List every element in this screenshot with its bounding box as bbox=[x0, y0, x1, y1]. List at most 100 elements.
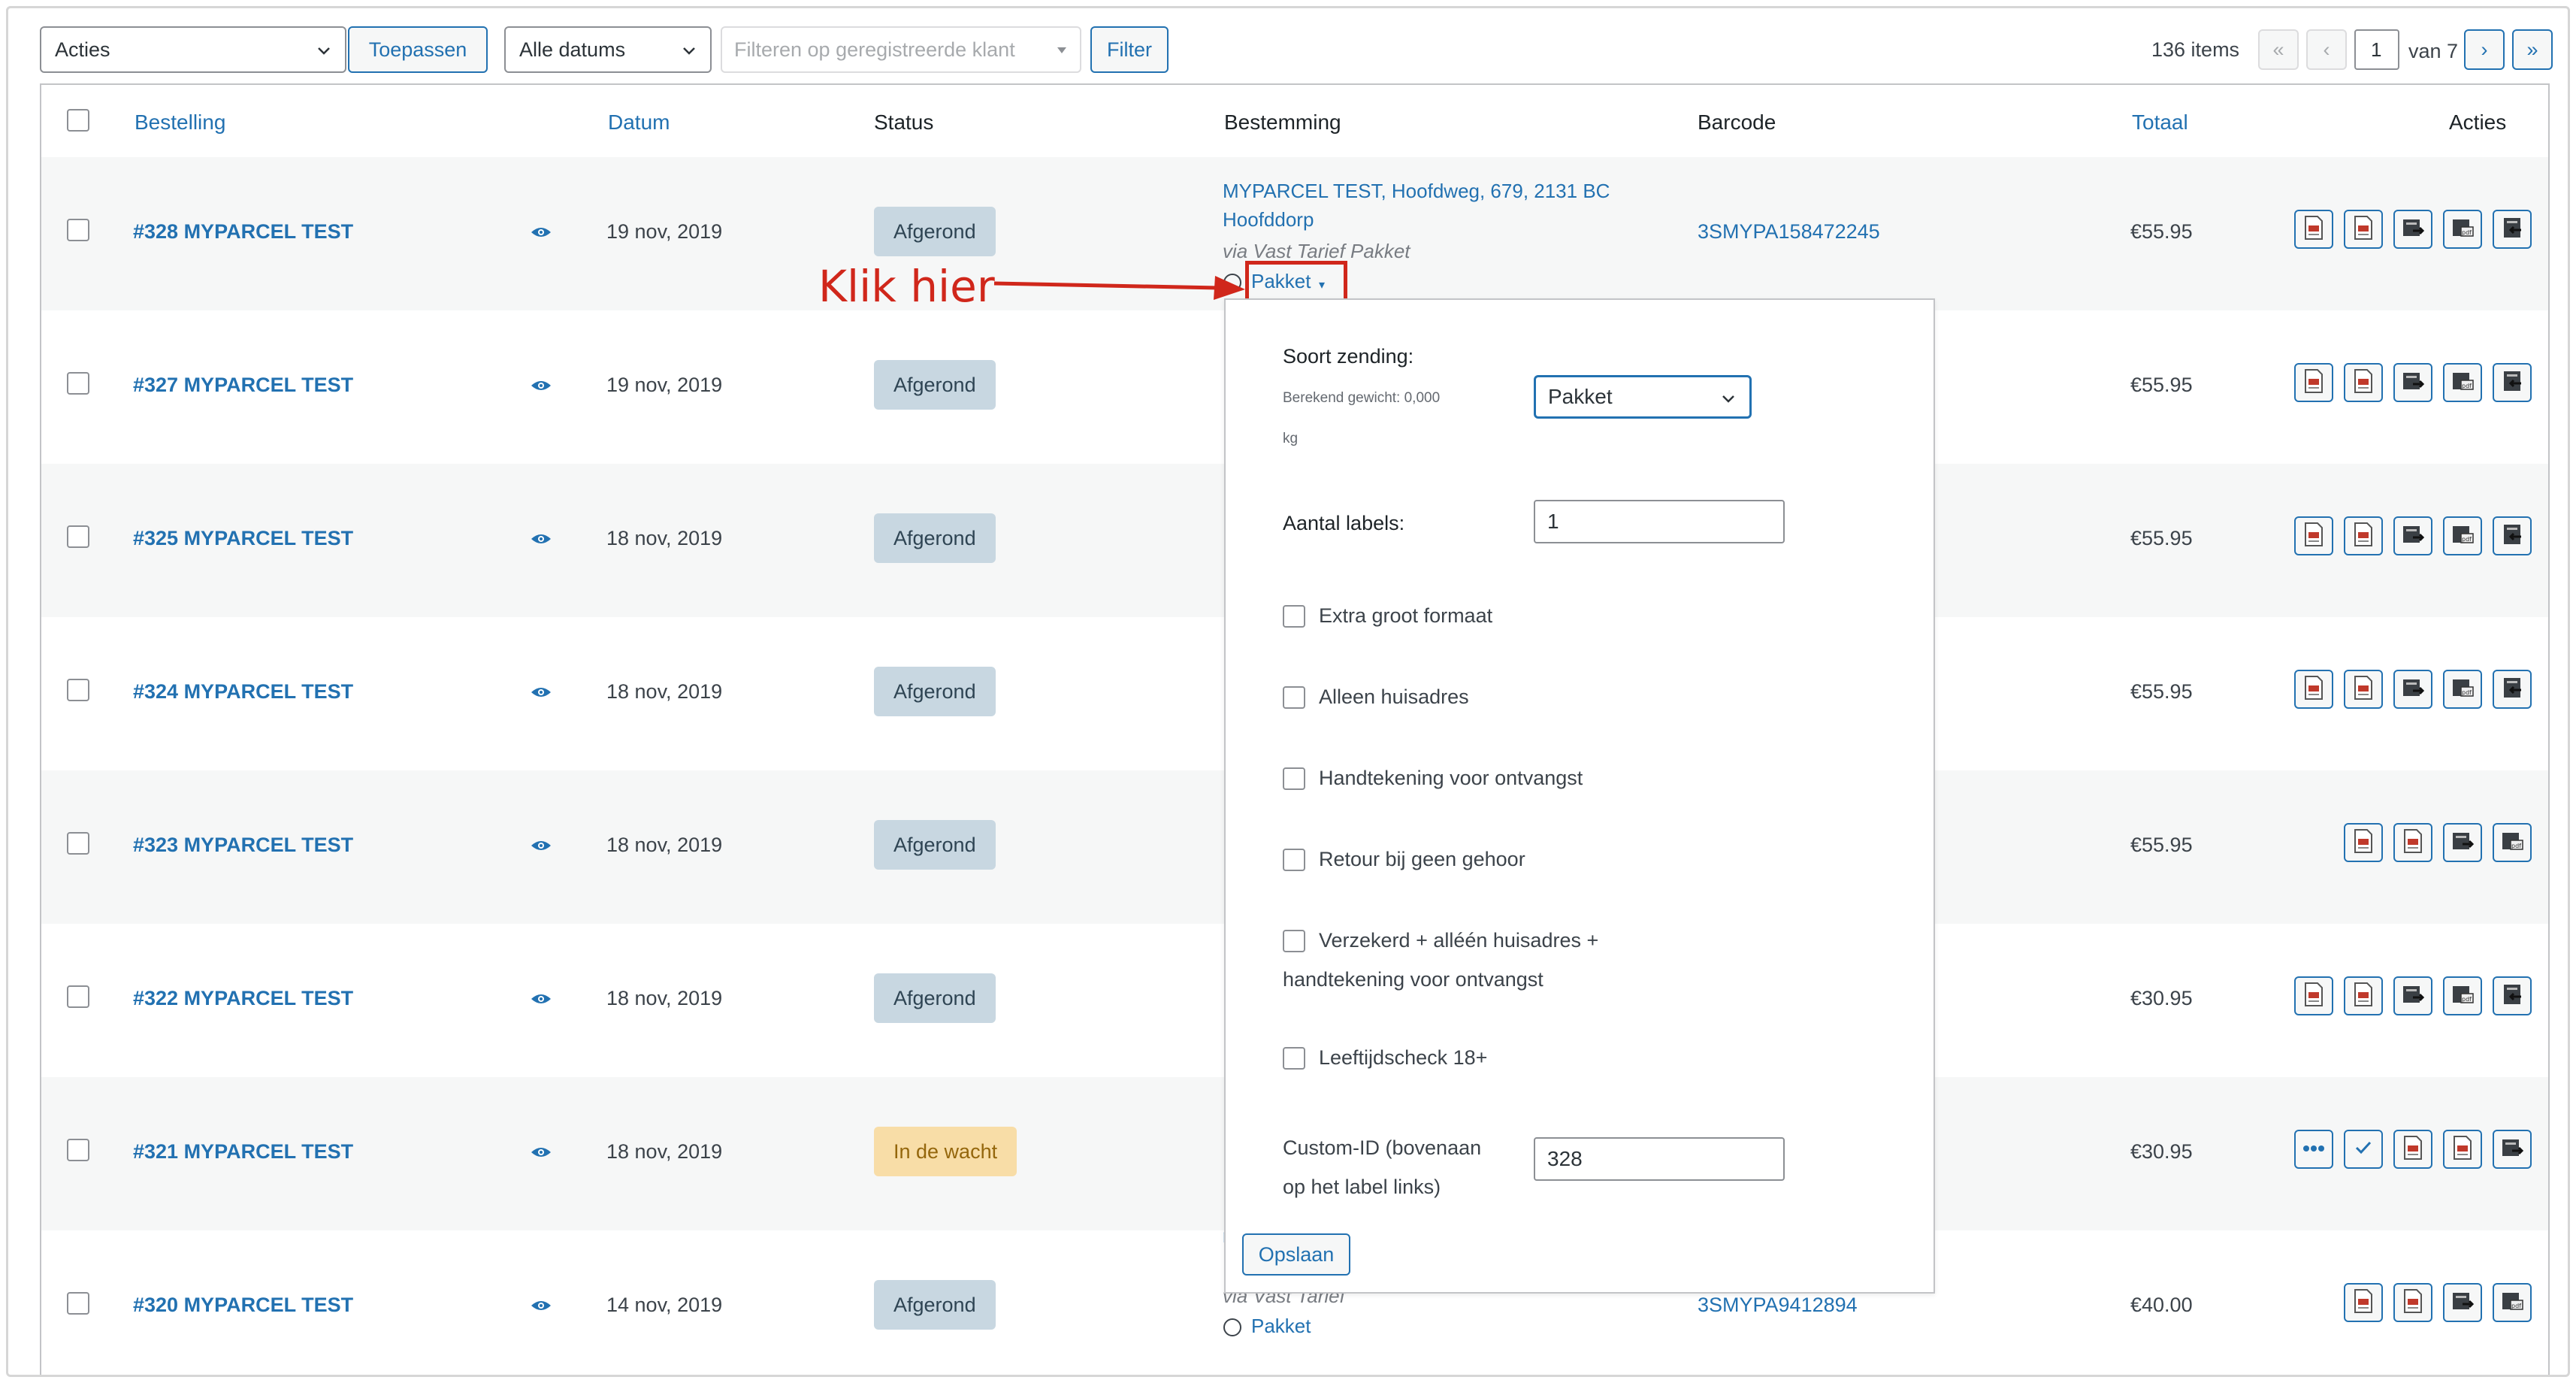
export-label-button[interactable] bbox=[2393, 670, 2432, 709]
column-date[interactable]: Datum bbox=[608, 110, 670, 135]
invoice-pdf-button[interactable] bbox=[2294, 210, 2333, 249]
invoice-pdf-button[interactable] bbox=[2443, 1130, 2482, 1169]
invoice-pdf-button[interactable] bbox=[2294, 363, 2333, 402]
order-link[interactable]: #323 MYPARCEL TEST bbox=[133, 834, 353, 857]
custom-id-input[interactable]: 328 bbox=[1534, 1137, 1785, 1181]
invoice-pdf-button[interactable] bbox=[2294, 976, 2333, 1015]
eye-icon[interactable] bbox=[530, 531, 552, 546]
column-order[interactable]: Bestelling bbox=[135, 110, 225, 135]
status-badge: Afgerond bbox=[874, 207, 996, 256]
order-link[interactable]: #327 MYPARCEL TEST bbox=[133, 374, 353, 397]
info-icon[interactable] bbox=[1223, 1318, 1242, 1337]
destination-line1[interactable]: MYPARCEL TEST, Hoofdweg, 679, 2131 BC bbox=[1223, 177, 1610, 205]
invoice-pdf-button[interactable] bbox=[2344, 363, 2383, 402]
return-label-button[interactable] bbox=[2493, 516, 2532, 555]
last-page-button[interactable]: » bbox=[2512, 29, 2553, 70]
print-label-button[interactable]: pdf bbox=[2443, 210, 2482, 249]
eye-icon[interactable] bbox=[530, 378, 552, 393]
invoice-pdf-button[interactable] bbox=[2393, 1283, 2432, 1322]
invoice-pdf-button[interactable] bbox=[2344, 210, 2383, 249]
export-label-button[interactable] bbox=[2393, 210, 2432, 249]
order-link[interactable]: #320 MYPARCEL TEST bbox=[133, 1294, 353, 1317]
return-label-button[interactable] bbox=[2493, 670, 2532, 709]
export-label-button[interactable] bbox=[2393, 516, 2432, 555]
return-label-button[interactable] bbox=[2493, 210, 2532, 249]
next-page-button[interactable]: › bbox=[2464, 29, 2505, 70]
print-label-button[interactable]: pdf bbox=[2493, 1283, 2532, 1322]
complete-check-button[interactable] bbox=[2344, 1130, 2383, 1169]
eye-icon[interactable] bbox=[530, 991, 552, 1006]
select-all-checkbox[interactable] bbox=[67, 109, 89, 132]
row-checkbox[interactable] bbox=[67, 832, 89, 855]
prev-page-button[interactable]: ‹ bbox=[2306, 29, 2347, 70]
signature-checkbox[interactable] bbox=[1283, 767, 1305, 790]
first-page-button[interactable]: « bbox=[2258, 29, 2299, 70]
invoice-pdf-button[interactable] bbox=[2344, 976, 2383, 1015]
row-checkbox[interactable] bbox=[67, 1292, 89, 1315]
export-label-button[interactable] bbox=[2443, 823, 2482, 862]
invoice-pdf-button[interactable] bbox=[2294, 670, 2333, 709]
current-page-input[interactable]: 1 bbox=[2354, 29, 2399, 70]
svg-text:pdf: pdf bbox=[2462, 996, 2472, 1003]
shipment-type-select[interactable]: Pakket bbox=[1534, 375, 1752, 419]
more-options-button[interactable] bbox=[2294, 1130, 2333, 1169]
filter-button[interactable]: Filter bbox=[1090, 26, 1169, 73]
row-checkbox[interactable] bbox=[67, 219, 89, 241]
eye-icon[interactable] bbox=[530, 685, 552, 700]
print-label-button[interactable]: pdf bbox=[2493, 823, 2532, 862]
save-button[interactable]: Opslaan bbox=[1242, 1233, 1350, 1276]
labels-count-input[interactable]: 1 bbox=[1534, 500, 1785, 543]
print-label-button[interactable]: pdf bbox=[2443, 670, 2482, 709]
destination-line2[interactable]: Hoofddorp bbox=[1223, 205, 1314, 234]
invoice-pdf-button[interactable] bbox=[2393, 1130, 2432, 1169]
order-link[interactable]: #324 MYPARCEL TEST bbox=[133, 680, 353, 704]
order-link[interactable]: #325 MYPARCEL TEST bbox=[133, 527, 353, 550]
invoice-pdf-button[interactable] bbox=[2294, 516, 2333, 555]
return-label-icon bbox=[2500, 369, 2524, 397]
export-label-button[interactable] bbox=[2493, 1130, 2532, 1169]
eye-icon[interactable] bbox=[530, 838, 552, 853]
eye-icon[interactable] bbox=[530, 225, 552, 240]
apply-button[interactable]: Toepassen bbox=[348, 26, 488, 73]
eye-icon[interactable] bbox=[530, 1298, 552, 1313]
invoice-pdf-icon bbox=[2302, 982, 2325, 1011]
export-label-icon bbox=[2451, 829, 2475, 857]
return-label-icon bbox=[2500, 982, 2524, 1010]
invoice-pdf-button[interactable] bbox=[2344, 823, 2383, 862]
return-label-button[interactable] bbox=[2493, 363, 2532, 402]
export-label-button[interactable] bbox=[2443, 1283, 2482, 1322]
customer-filter-input[interactable]: Filteren op geregistreerde klant bbox=[721, 26, 1081, 73]
home-only-checkbox[interactable] bbox=[1283, 686, 1305, 709]
barcode-link[interactable]: 3SMYPA9412894 bbox=[1698, 1294, 1858, 1317]
insured-checkbox[interactable] bbox=[1283, 930, 1305, 952]
invoice-pdf-button[interactable] bbox=[2344, 1283, 2383, 1322]
return-label-button[interactable] bbox=[2493, 976, 2532, 1015]
order-total: €30.95 bbox=[2130, 1140, 2193, 1163]
large-format-checkbox[interactable] bbox=[1283, 605, 1305, 628]
row-checkbox[interactable] bbox=[67, 1139, 89, 1161]
order-link[interactable]: #321 MYPARCEL TEST bbox=[133, 1140, 353, 1164]
invoice-pdf-button[interactable] bbox=[2344, 670, 2383, 709]
row-checkbox[interactable] bbox=[67, 985, 89, 1008]
age-check-checkbox[interactable] bbox=[1283, 1047, 1305, 1070]
print-label-button[interactable]: pdf bbox=[2443, 976, 2482, 1015]
date-filter-select[interactable]: Alle datums bbox=[504, 26, 712, 73]
package-type-toggle[interactable]: Pakket bbox=[1251, 1312, 1311, 1340]
barcode-link[interactable]: 3SMYPA158472245 bbox=[1698, 220, 1880, 244]
eye-icon[interactable] bbox=[530, 1145, 552, 1160]
print-label-button[interactable]: pdf bbox=[2443, 516, 2482, 555]
row-checkbox[interactable] bbox=[67, 679, 89, 701]
export-label-button[interactable] bbox=[2393, 976, 2432, 1015]
bulk-action-select[interactable]: Acties bbox=[40, 26, 346, 73]
row-checkbox[interactable] bbox=[67, 525, 89, 548]
print-label-button[interactable]: pdf bbox=[2443, 363, 2482, 402]
order-link[interactable]: #322 MYPARCEL TEST bbox=[133, 987, 353, 1010]
export-label-button[interactable] bbox=[2393, 363, 2432, 402]
invoice-pdf-icon bbox=[2352, 522, 2375, 551]
row-checkbox[interactable] bbox=[67, 372, 89, 395]
return-checkbox[interactable] bbox=[1283, 849, 1305, 871]
order-link[interactable]: #328 MYPARCEL TEST bbox=[133, 220, 353, 244]
invoice-pdf-button[interactable] bbox=[2393, 823, 2432, 862]
column-total[interactable]: Totaal bbox=[2132, 110, 2188, 135]
invoice-pdf-button[interactable] bbox=[2344, 516, 2383, 555]
